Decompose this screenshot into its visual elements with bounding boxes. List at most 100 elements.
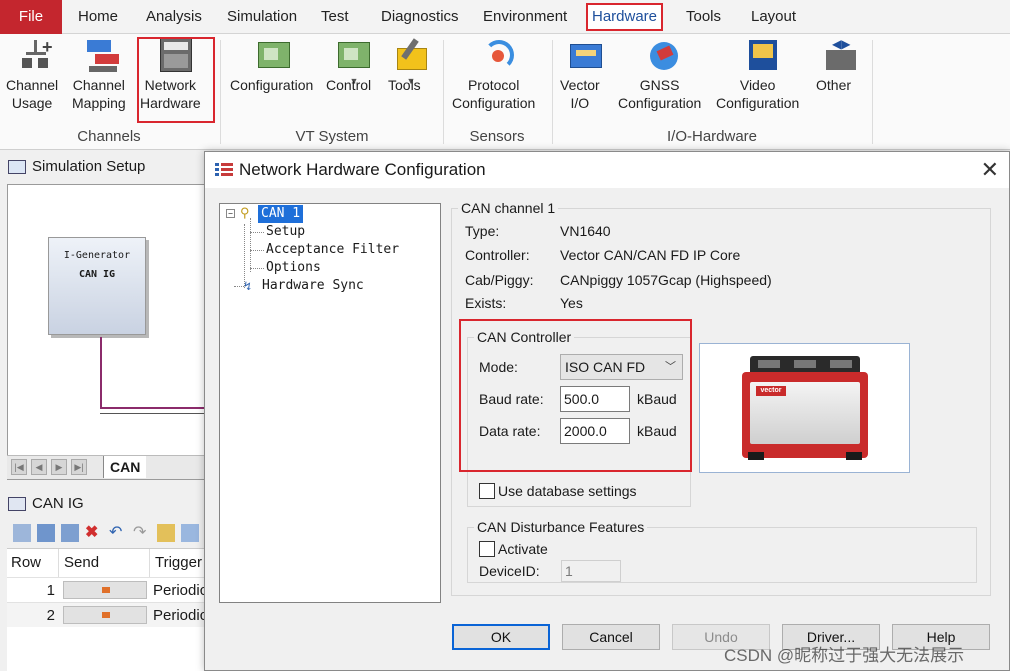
- can-ig-table: Row Send Trigger 1 Periodic 2 Periodic: [7, 548, 208, 671]
- mode-select[interactable]: ISO CAN FD ﹀: [560, 354, 683, 380]
- can-plug-icon: ⚲: [240, 206, 250, 221]
- tree-connector: [250, 268, 264, 269]
- node-type-label: I-Generator: [63, 250, 131, 261]
- use-database-checkbox[interactable]: [479, 483, 495, 499]
- vt-tools-button[interactable]: Tools ▼: [388, 38, 434, 93]
- can-ig-title: CAN IG: [32, 495, 84, 512]
- tab-simulation[interactable]: Simulation: [223, 0, 301, 34]
- redo-icon[interactable]: ↷: [133, 524, 151, 542]
- can-ig-header: CAN IG: [0, 490, 205, 518]
- channel-mapping-label: Channel Mapping: [72, 77, 126, 111]
- tree-item-hardware-sync[interactable]: Hardware Sync: [262, 277, 364, 295]
- send-indicator-icon: [102, 587, 110, 593]
- table-row[interactable]: 2 Periodic: [7, 602, 208, 627]
- i-generator-node[interactable]: I-Generator CAN IG: [48, 237, 146, 335]
- activate-checkbox[interactable]: [479, 541, 495, 557]
- collapse-icon[interactable]: −: [226, 209, 235, 218]
- protocol-configuration-button[interactable]: Protocol Configuration: [452, 38, 544, 111]
- simulation-tab-nav: |◀ ◀ ▶ ▶| CAN: [7, 455, 205, 479]
- controller-value: Vector CAN/CAN FD IP Core: [560, 247, 741, 263]
- tree-item-options[interactable]: Options: [266, 259, 321, 277]
- network-hardware-highlight: [137, 37, 215, 123]
- device-port: [794, 360, 816, 368]
- data-rate-input[interactable]: 2000.0: [560, 418, 630, 444]
- cab-piggy-label: Cab/Piggy:: [465, 272, 534, 288]
- send-button[interactable]: [63, 606, 147, 624]
- prev-page-icon[interactable]: ◀: [31, 459, 47, 475]
- video-configuration-button[interactable]: Video Configuration: [716, 38, 810, 111]
- vt-tools-label: Tools: [388, 77, 421, 93]
- bus-line-secondary: [100, 413, 206, 414]
- device-faceplate: vector: [750, 382, 860, 444]
- tab-analysis[interactable]: Analysis: [142, 0, 206, 34]
- send-button[interactable]: [63, 581, 147, 599]
- vector-io-button[interactable]: Vector I/O: [560, 38, 612, 111]
- close-icon[interactable]: ✕: [981, 156, 999, 184]
- tree-connector: [250, 218, 251, 272]
- table-row[interactable]: 1 Periodic: [7, 577, 207, 602]
- hardware-sync-icon: ↯: [244, 279, 252, 293]
- channel-mapping-button[interactable]: Channel Mapping: [72, 38, 134, 111]
- tab-test[interactable]: Test: [317, 0, 353, 34]
- ribbon-separator: [872, 40, 873, 144]
- gnss-configuration-button[interactable]: GNSS Configuration: [618, 38, 710, 111]
- add-frame-icon[interactable]: [13, 524, 31, 542]
- delete-icon[interactable]: ✖: [85, 524, 103, 542]
- import-icon[interactable]: [157, 524, 175, 542]
- first-page-icon[interactable]: |◀: [11, 459, 27, 475]
- network-hardware-config-icon: [215, 162, 233, 178]
- tab-diagnostics[interactable]: Diagnostics: [377, 0, 463, 34]
- video-configuration-label: Video Configuration: [716, 77, 800, 111]
- configuration-button[interactable]: Configuration: [230, 38, 318, 93]
- tab-hardware[interactable]: Hardware: [586, 3, 664, 31]
- control-button[interactable]: Control ▼: [326, 38, 382, 93]
- can-bus-line: [100, 407, 206, 409]
- tab-home[interactable]: Home: [74, 0, 122, 34]
- device-body: vector: [742, 372, 868, 458]
- undo-icon[interactable]: ↶: [109, 524, 127, 542]
- mode-label: Mode:: [479, 359, 518, 375]
- add-id-frame-icon[interactable]: [61, 524, 79, 542]
- vt-configuration-icon: [256, 38, 292, 74]
- device-image: vector: [699, 343, 910, 473]
- tab-layout[interactable]: Layout: [747, 0, 800, 34]
- channel-usage-icon: +: [18, 38, 54, 74]
- tree-item-can1[interactable]: CAN 1: [258, 205, 304, 223]
- cancel-button[interactable]: Cancel: [562, 624, 660, 650]
- protocol-configuration-label: Protocol Configuration: [452, 77, 536, 111]
- last-page-icon[interactable]: ▶|: [71, 459, 87, 475]
- group-io-hardware-label: I/O-Hardware: [666, 128, 758, 145]
- simulation-setup-title: Simulation Setup: [32, 158, 146, 175]
- vt-tools-icon: [393, 38, 429, 74]
- tree-item-acceptance-filter[interactable]: Acceptance Filter: [266, 241, 399, 259]
- column-header-send: Send: [60, 549, 150, 577]
- dialog-title-bar: Network Hardware Configuration ✕: [205, 152, 1009, 188]
- cab-piggy-value: CANpiggy 1057Gcap (Highspeed): [560, 272, 772, 288]
- row-number: 1: [46, 582, 55, 599]
- device-id-input[interactable]: 1: [561, 560, 621, 582]
- group-sensors-label: Sensors: [469, 128, 525, 145]
- activate-label: Activate: [498, 541, 548, 557]
- export-icon[interactable]: [181, 524, 199, 542]
- tab-environment[interactable]: Environment: [479, 0, 571, 34]
- tab-can-bus[interactable]: CAN: [103, 456, 147, 478]
- tree-item-setup[interactable]: Setup: [266, 223, 305, 241]
- ok-button[interactable]: OK: [452, 624, 550, 650]
- network-hardware-dialog: Network Hardware Configuration ✕ − ⚲ CAN…: [204, 151, 1010, 671]
- baud-rate-input[interactable]: 500.0: [560, 386, 630, 412]
- use-database-label: Use database settings: [498, 483, 637, 499]
- sensor-protocol-icon: [480, 38, 516, 74]
- add-fd-frame-icon[interactable]: [37, 524, 55, 542]
- baud-rate-unit: kBaud: [637, 391, 677, 407]
- channel-usage-button[interactable]: + Channel Usage: [6, 38, 66, 111]
- trigger-cell: Periodic: [153, 607, 208, 624]
- simulation-canvas[interactable]: I-Generator CAN IG: [7, 184, 206, 480]
- gnss-configuration-label: GNSS Configuration: [618, 77, 702, 111]
- tab-file[interactable]: File: [0, 0, 62, 34]
- ribbon-separator: [552, 40, 553, 144]
- next-page-icon[interactable]: ▶: [51, 459, 67, 475]
- tab-tools[interactable]: Tools: [682, 0, 725, 34]
- other-button[interactable]: ◀▶ Other: [816, 38, 864, 93]
- simulation-setup-icon: [8, 160, 26, 174]
- tree-connector: [234, 286, 244, 287]
